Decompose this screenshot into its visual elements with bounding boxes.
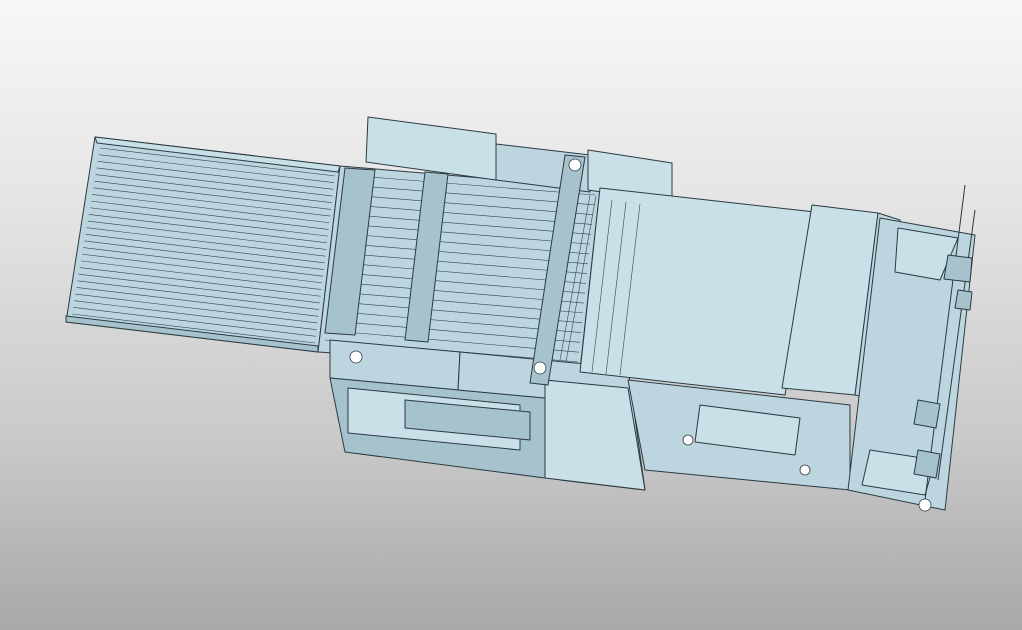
cad-3d-viewport[interactable] bbox=[0, 0, 1022, 630]
roller-conveyor-left[interactable] bbox=[65, 136, 341, 353]
machine-assembly-model[interactable] bbox=[0, 0, 1022, 630]
mount-hole bbox=[349, 350, 363, 364]
